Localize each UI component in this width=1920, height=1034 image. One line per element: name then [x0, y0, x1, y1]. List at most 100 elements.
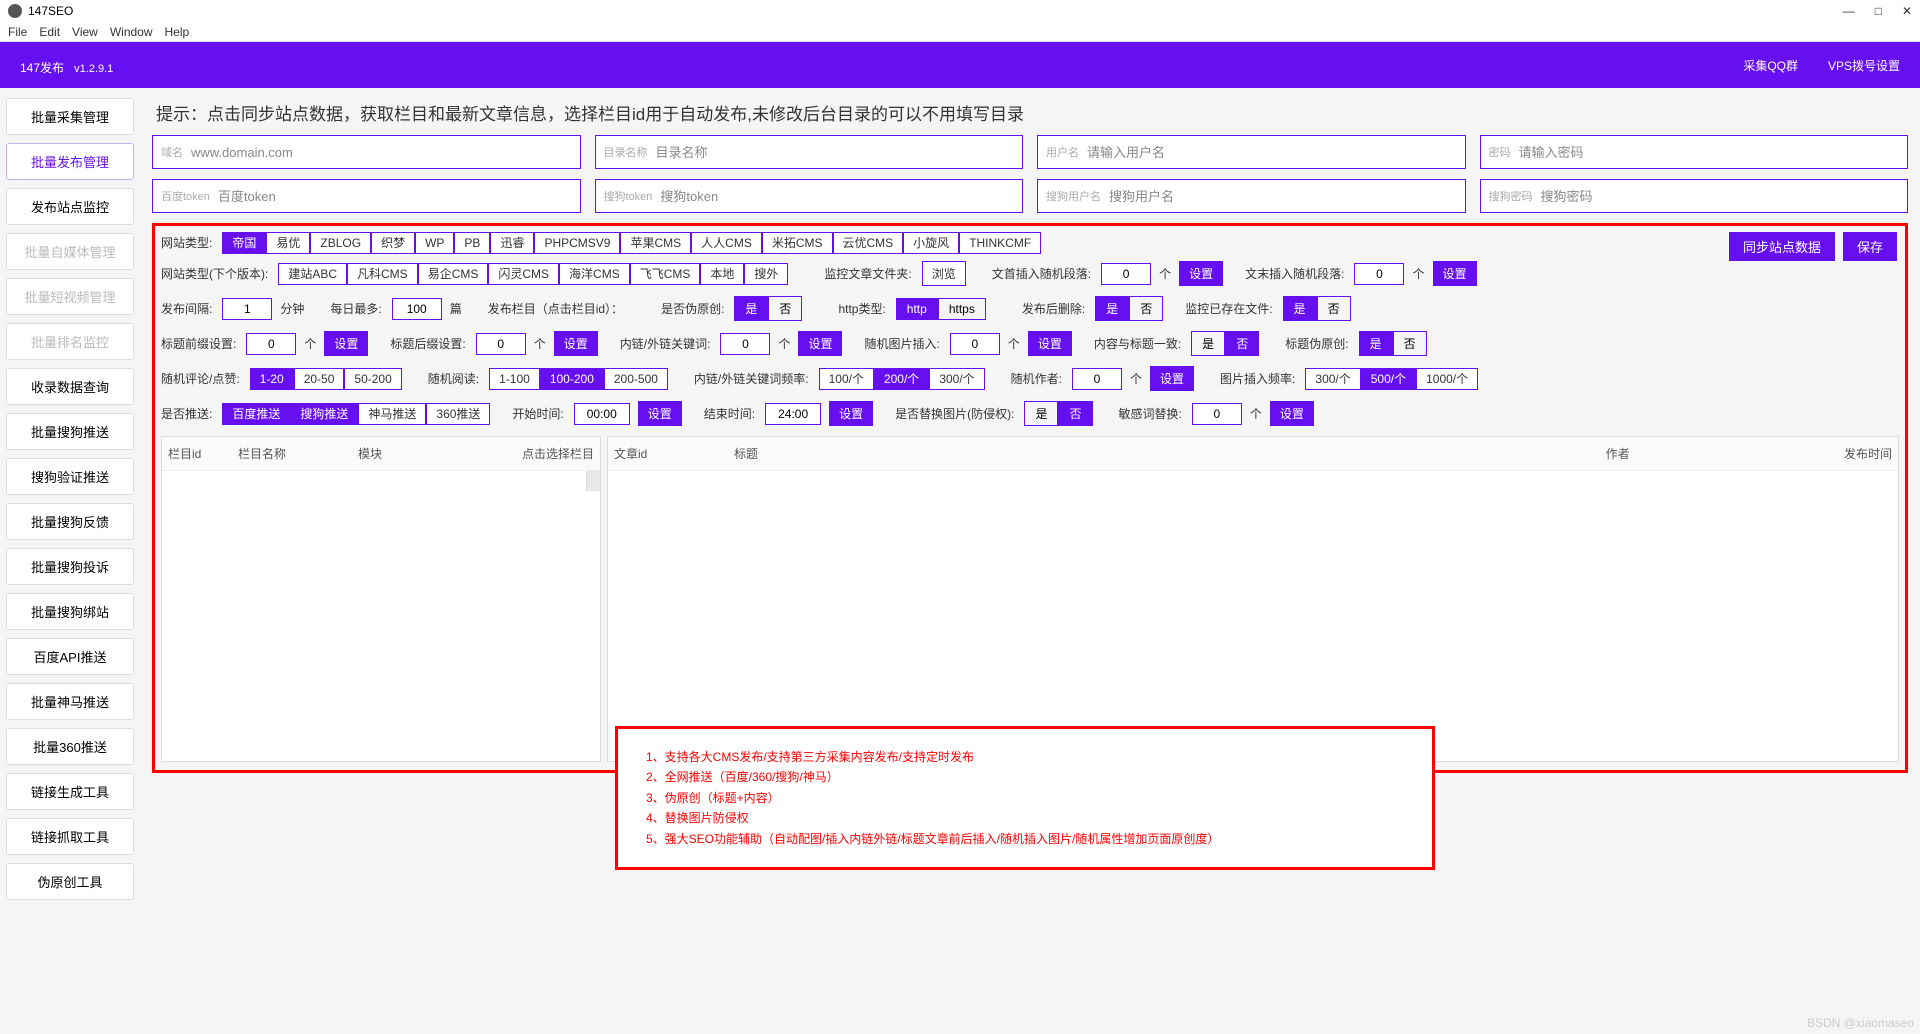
cred1-input-3[interactable] [1519, 145, 1900, 160]
suffix-set-button[interactable]: 设置 [554, 331, 598, 356]
daily-input[interactable] [392, 298, 442, 320]
img-set-button[interactable]: 设置 [1028, 331, 1072, 356]
sidebar-item-10[interactable]: 批量搜狗投诉 [6, 548, 134, 585]
sidebar-item-13[interactable]: 批量神马推送 [6, 683, 134, 720]
column-table-body[interactable] [162, 471, 600, 761]
site-type-tab-3[interactable]: 织梦 [371, 232, 415, 254]
cred1-input-1[interactable] [656, 145, 1015, 160]
cred1-input-0[interactable] [191, 145, 572, 160]
sidebar-item-12[interactable]: 百度API推送 [6, 638, 134, 675]
comment-opt-2[interactable]: 50-200 [344, 368, 401, 390]
tail-set-button[interactable]: 设置 [1433, 261, 1477, 286]
freq-opt-0[interactable]: 100/个 [819, 368, 874, 390]
site-type-tab-7[interactable]: PHPCMSV9 [534, 232, 620, 254]
site-type-next-tab-0[interactable]: 建站ABC [278, 263, 347, 285]
cred2-input-2[interactable] [1109, 189, 1457, 204]
replace-img-toggle[interactable]: 是否 [1024, 401, 1092, 426]
sensitive-set-button[interactable]: 设置 [1270, 401, 1314, 426]
menu-help[interactable]: Help [165, 25, 190, 39]
cred2-input-3[interactable] [1541, 189, 1900, 204]
site-type-next-tab-6[interactable]: 本地 [700, 263, 744, 285]
img-input[interactable] [950, 333, 1000, 355]
header-link-vps[interactable]: VPS拨号设置 [1828, 57, 1900, 74]
sidebar-item-17[interactable]: 伪原创工具 [6, 863, 134, 900]
sidebar-item-7[interactable]: 批量搜狗推送 [6, 413, 134, 450]
push-opt-0[interactable]: 百度推送 [222, 403, 290, 425]
save-button[interactable]: 保存 [1843, 232, 1897, 261]
read-opt-1[interactable]: 100-200 [540, 368, 604, 390]
prefix-input[interactable] [246, 333, 296, 355]
sidebar-item-2[interactable]: 发布站点监控 [6, 188, 134, 225]
push-opt-1[interactable]: 搜狗推送 [290, 403, 358, 425]
sidebar-item-0[interactable]: 批量采集管理 [6, 98, 134, 135]
site-type-next-tab-3[interactable]: 闪灵CMS [488, 263, 559, 285]
site-type-tab-1[interactable]: 易优 [266, 232, 310, 254]
push-opt-2[interactable]: 神马推送 [358, 403, 426, 425]
sidebar-item-16[interactable]: 链接抓取工具 [6, 818, 134, 855]
site-type-tab-2[interactable]: ZBLOG [310, 232, 371, 254]
author-input[interactable] [1072, 368, 1122, 390]
author-set-button[interactable]: 设置 [1150, 366, 1194, 391]
read-opt-0[interactable]: 1-100 [489, 368, 540, 390]
site-type-tab-13[interactable]: THINKCMF [959, 232, 1041, 254]
suffix-input[interactable] [476, 333, 526, 355]
push-opt-3[interactable]: 360推送 [426, 403, 490, 425]
site-type-next-tab-1[interactable]: 凡科CMS [347, 263, 418, 285]
menu-edit[interactable]: Edit [39, 25, 60, 39]
site-type-tab-8[interactable]: 苹果CMS [620, 232, 691, 254]
cred1-input-2[interactable] [1087, 145, 1457, 160]
article-table-body[interactable] [608, 471, 1898, 761]
minimize-button[interactable]: — [1843, 4, 1855, 18]
head-count-input[interactable] [1101, 263, 1151, 285]
menu-file[interactable]: File [8, 25, 27, 39]
delete-toggle[interactable]: 是否 [1095, 296, 1163, 321]
imgfreq-opt-2[interactable]: 1000/个 [1416, 368, 1478, 390]
end-set-button[interactable]: 设置 [829, 401, 873, 426]
menu-view[interactable]: View [72, 25, 98, 39]
title-pseudo-toggle[interactable]: 是否 [1359, 331, 1427, 356]
site-type-next-tab-4[interactable]: 海洋CMS [559, 263, 630, 285]
site-type-tab-6[interactable]: 迅睿 [490, 232, 534, 254]
cred2-input-1[interactable] [660, 189, 1014, 204]
header-link-qq[interactable]: 采集QQ群 [1743, 57, 1798, 74]
sidebar-item-6[interactable]: 收录数据查询 [6, 368, 134, 405]
kw-set-button[interactable]: 设置 [798, 331, 842, 356]
interval-input[interactable] [222, 298, 272, 320]
start-set-button[interactable]: 设置 [638, 401, 682, 426]
end-time-input[interactable] [765, 403, 821, 425]
freq-opt-1[interactable]: 200/个 [874, 368, 929, 390]
sync-button[interactable]: 同步站点数据 [1729, 232, 1835, 261]
menu-window[interactable]: Window [110, 25, 153, 39]
pseudo-toggle[interactable]: 是否 [734, 296, 802, 321]
monitor-exist-toggle[interactable]: 是否 [1283, 296, 1351, 321]
site-type-tab-9[interactable]: 人人CMS [691, 232, 762, 254]
cred2-input-0[interactable] [218, 189, 572, 204]
prefix-set-button[interactable]: 设置 [324, 331, 368, 356]
read-opt-2[interactable]: 200-500 [604, 368, 668, 390]
http-toggle[interactable]: httphttps [896, 298, 986, 320]
sidebar-item-14[interactable]: 批量360推送 [6, 728, 134, 765]
comment-opt-1[interactable]: 20-50 [294, 368, 345, 390]
sidebar-item-11[interactable]: 批量搜狗绑站 [6, 593, 134, 630]
close-button[interactable]: ✕ [1902, 4, 1912, 18]
kw-input[interactable] [720, 333, 770, 355]
start-time-input[interactable] [574, 403, 630, 425]
sidebar-item-15[interactable]: 链接生成工具 [6, 773, 134, 810]
site-type-tab-11[interactable]: 云优CMS [833, 232, 904, 254]
maximize-button[interactable]: □ [1875, 4, 1882, 18]
site-type-tab-0[interactable]: 帝国 [222, 232, 266, 254]
sidebar-item-8[interactable]: 搜狗验证推送 [6, 458, 134, 495]
site-type-next-tab-7[interactable]: 搜外 [744, 263, 788, 285]
imgfreq-opt-0[interactable]: 300/个 [1305, 368, 1360, 390]
head-set-button[interactable]: 设置 [1179, 261, 1223, 286]
scrollbar-thumb[interactable] [586, 471, 600, 491]
site-type-next-tab-2[interactable]: 易企CMS [418, 263, 489, 285]
sidebar-item-1[interactable]: 批量发布管理 [6, 143, 134, 180]
content-match-toggle[interactable]: 是否 [1191, 331, 1259, 356]
browse-button[interactable]: 浏览 [922, 261, 966, 286]
site-type-tab-5[interactable]: PB [454, 232, 490, 254]
site-type-tab-10[interactable]: 米拓CMS [762, 232, 833, 254]
imgfreq-opt-1[interactable]: 500/个 [1361, 368, 1416, 390]
sensitive-input[interactable] [1192, 403, 1242, 425]
comment-opt-0[interactable]: 1-20 [250, 368, 294, 390]
